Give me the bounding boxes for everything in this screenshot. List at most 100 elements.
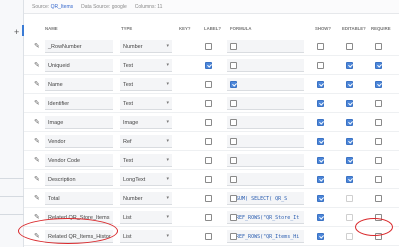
key-checkbox[interactable] [205,62,212,69]
panel-divider [0,178,24,179]
editable-checkbox[interactable] [346,176,353,183]
column-row: ✎ Vendor Ref ▾ = [24,132,399,151]
column-type-select[interactable]: Image ▾ [120,116,172,129]
column-type-select[interactable]: Number ▾ [120,40,172,53]
formula-input[interactable] [227,40,304,53]
require-checkbox[interactable] [375,138,382,145]
column-type-select[interactable]: Number ▾ [120,192,172,205]
column-row: ✎ Image Image ▾ = [24,113,399,132]
show-checkbox[interactable] [317,195,324,202]
column-type-select[interactable]: Text ▾ [120,154,172,167]
edit-icon[interactable]: ✎ [34,118,40,126]
column-type-select[interactable]: Ref ▾ [120,135,172,148]
editable-checkbox[interactable] [346,100,353,107]
label-checkbox[interactable] [230,195,237,202]
editable-checkbox[interactable] [346,195,353,202]
formula-input[interactable]: = [227,97,304,110]
formula-input[interactable]: = [227,59,304,72]
edit-icon[interactable]: ✎ [34,99,40,107]
add-icon[interactable]: + [14,27,19,37]
key-checkbox[interactable] [205,100,212,107]
edit-icon[interactable]: ✎ [34,156,40,164]
column-name-input[interactable]: Uniqueid [45,59,113,72]
column-name-input[interactable]: Description [45,173,113,186]
label-checkbox[interactable] [230,233,237,240]
key-checkbox[interactable] [205,195,212,202]
editable-checkbox[interactable] [346,138,353,145]
label-checkbox[interactable] [230,176,237,183]
key-checkbox[interactable] [205,233,212,240]
show-checkbox[interactable] [317,119,324,126]
show-checkbox[interactable] [317,100,324,107]
header-name: NAME [45,26,58,31]
edit-icon[interactable]: ✎ [34,137,40,145]
edit-icon[interactable]: ✎ [34,61,40,69]
require-checkbox[interactable] [375,119,382,126]
key-checkbox[interactable] [205,176,212,183]
label-checkbox[interactable] [230,138,237,145]
require-checkbox[interactable] [375,62,382,69]
formula-input[interactable]: = REF_ROWS("QR_Items_Hi [227,230,304,243]
show-checkbox[interactable] [317,81,324,88]
require-checkbox[interactable] [375,195,382,202]
column-name-input[interactable]: Total [45,192,113,205]
column-type-select[interactable]: Text ▾ [120,59,172,72]
column-name-input[interactable]: Image [45,116,113,129]
label-checkbox[interactable] [230,100,237,107]
require-checkbox[interactable] [375,81,382,88]
show-checkbox[interactable] [317,43,324,50]
column-name-input[interactable]: Vendor Code [45,154,113,167]
key-checkbox[interactable] [205,214,212,221]
require-checkbox[interactable] [375,157,382,164]
label-checkbox[interactable] [230,214,237,221]
column-type-select[interactable]: Text ▾ [120,78,172,91]
key-checkbox[interactable] [205,81,212,88]
key-checkbox[interactable] [205,157,212,164]
label-checkbox[interactable] [230,157,237,164]
editable-checkbox[interactable] [346,214,353,221]
column-type-select[interactable]: LongText ▾ [120,173,172,186]
formula-input[interactable]: = REF_ROWS("QR_Store_It [227,211,304,224]
show-checkbox[interactable] [317,233,324,240]
formula-input[interactable]: = [227,135,304,148]
chevron-down-icon: ▾ [166,43,169,49]
require-checkbox[interactable] [375,43,382,50]
formula-input[interactable]: = [227,154,304,167]
source-value[interactable]: QR_Items [51,4,74,10]
key-checkbox[interactable] [205,119,212,126]
edit-icon[interactable]: ✎ [34,42,40,50]
show-checkbox[interactable] [317,214,324,221]
editable-checkbox[interactable] [346,119,353,126]
column-type-select[interactable]: List ▾ [120,211,172,224]
editable-checkbox[interactable] [346,157,353,164]
label-checkbox[interactable] [230,43,237,50]
label-checkbox[interactable] [230,62,237,69]
formula-input[interactable]: = SUM( SELECT( QR_S [227,192,304,205]
key-checkbox[interactable] [205,138,212,145]
edit-icon[interactable]: ✎ [34,194,40,202]
editable-checkbox[interactable] [346,81,353,88]
column-name-input[interactable]: Name [45,78,113,91]
edit-icon[interactable]: ✎ [34,175,40,183]
editable-checkbox[interactable] [346,43,353,50]
key-checkbox[interactable] [205,43,212,50]
column-name-input[interactable]: Vendor [45,135,113,148]
label-checkbox[interactable] [230,81,237,88]
require-checkbox[interactable] [375,100,382,107]
column-name-input[interactable]: _RowNumber [45,40,113,53]
column-name-input[interactable]: Identifier [45,97,113,110]
show-checkbox[interactable] [317,176,324,183]
column-type-select[interactable]: List ▾ [120,230,172,243]
formula-input[interactable]: = [227,173,304,186]
show-checkbox[interactable] [317,138,324,145]
require-checkbox[interactable] [375,176,382,183]
editable-checkbox[interactable] [346,62,353,69]
formula-input[interactable]: = [227,116,304,129]
column-type-select[interactable]: Text ▾ [120,97,172,110]
show-checkbox[interactable] [317,62,324,69]
edit-icon[interactable]: ✎ [34,80,40,88]
show-checkbox[interactable] [317,157,324,164]
formula-input[interactable]: = [227,78,304,91]
label-checkbox[interactable] [230,119,237,126]
editable-checkbox[interactable] [346,233,353,240]
